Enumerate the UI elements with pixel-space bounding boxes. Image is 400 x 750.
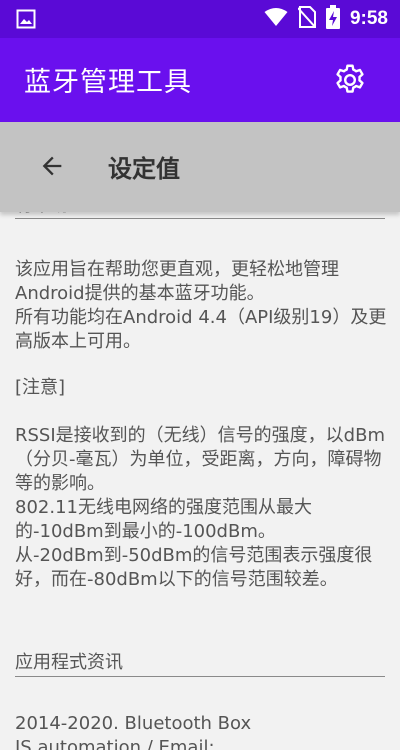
no-sim-icon: [297, 6, 317, 32]
settings-button[interactable]: [330, 62, 370, 102]
note-text: RSSI是接收到的（无线）信号的强度，以dBm（分贝-毫瓦）为单位，受距离，方向…: [15, 425, 385, 590]
app-info-section-header: 应用程式资讯: [15, 650, 385, 677]
settings-header: 设定值: [0, 122, 400, 212]
battery-charging-icon: [325, 5, 340, 33]
app-info-text: 2014-2020. Bluetooth Box JS automation /…: [15, 713, 252, 750]
note-label: [注意]: [15, 377, 66, 398]
app-bar: 蓝牙管理工具: [0, 38, 400, 122]
arrow-left-icon: [38, 152, 66, 184]
image-icon: [16, 9, 36, 33]
page-title: 设定值: [108, 155, 180, 183]
help-text: 该应用旨在帮助您更直观，更轻松地管理Android提供的基本蓝牙功能。 所有功能…: [15, 259, 387, 352]
gear-icon: [332, 62, 368, 102]
settings-content[interactable]: 有帮助 该应用旨在帮助您更直观，更轻松地管理Android提供的基本蓝牙功能。 …: [0, 122, 400, 750]
app-title: 蓝牙管理工具: [24, 67, 192, 98]
back-button[interactable]: [34, 150, 70, 186]
status-bar: 9:58: [0, 0, 400, 38]
wifi-icon: [264, 7, 288, 31]
status-time: 9:58: [349, 8, 388, 29]
